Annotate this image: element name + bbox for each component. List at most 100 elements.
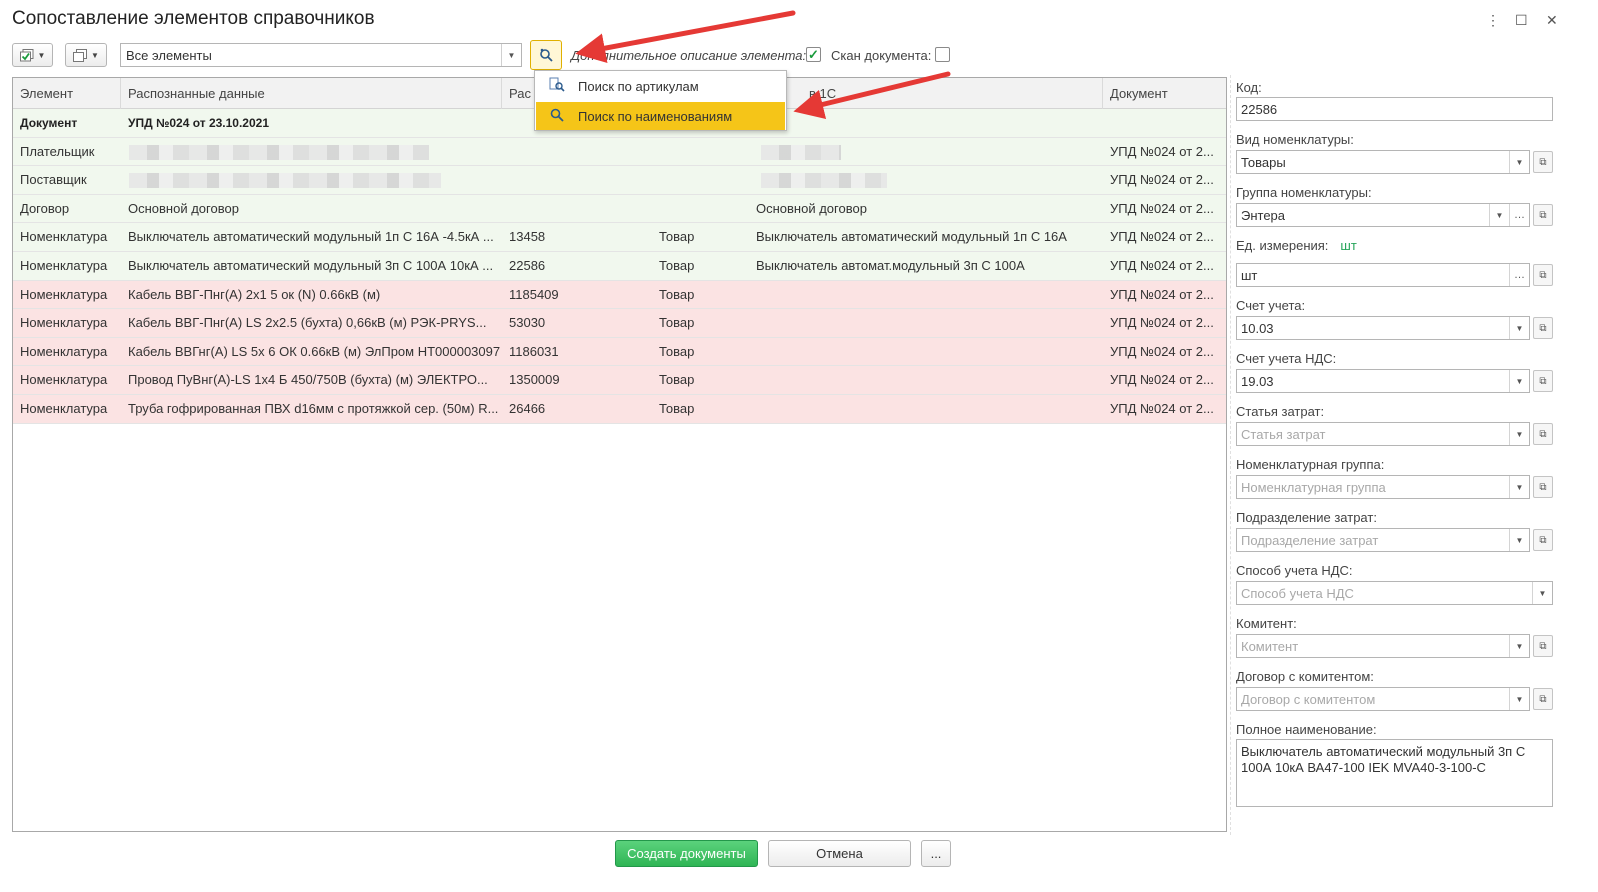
select-ellipsis-icon[interactable]: …: [1509, 264, 1529, 286]
open-icon[interactable]: ⧉: [1533, 688, 1553, 710]
table-row[interactable]: Номенклатура Кабель ВВГ-Пнг(А) 2х1 5 ок (…: [13, 280, 1226, 310]
unit-value: шт: [1241, 267, 1258, 283]
unit-field[interactable]: шт …: [1236, 263, 1530, 287]
cost-dept-placeholder: Подразделение затрат: [1241, 532, 1379, 548]
chevron-down-icon[interactable]: ▼: [1509, 529, 1529, 551]
chevron-down-icon[interactable]: ▼: [1532, 582, 1552, 604]
open-icon[interactable]: ⧉: [1533, 635, 1553, 657]
committent-placeholder: Комитент: [1241, 638, 1299, 654]
committent-contract-placeholder: Договор с комитентом: [1241, 691, 1376, 707]
cancel-button[interactable]: Отмена: [768, 840, 911, 867]
table-row[interactable]: Плательщик УПД №024 от 2...: [13, 137, 1226, 167]
menu-item-search-by-name[interactable]: Поиск по наименованиям: [536, 102, 785, 130]
chevron-down-icon[interactable]: ▼: [501, 44, 521, 66]
chevron-down-icon[interactable]: ▼: [1489, 204, 1509, 226]
column-element[interactable]: Элемент: [13, 78, 121, 109]
cell-recognized: Кабель ВВГ-Пнг(А) LS 2х2.5 (бухта) 0,66к…: [128, 315, 487, 331]
column-in-1c[interactable]: в 1С: [749, 78, 1103, 109]
chevron-down-icon[interactable]: ▼: [1509, 688, 1529, 710]
more-menu-icon[interactable]: ⋮: [1486, 12, 1500, 29]
search-mode-menu: Поиск по артикулам Поиск по наименования…: [534, 70, 787, 131]
close-icon[interactable]: ✕: [1546, 12, 1558, 29]
cell-kind: Товар: [659, 315, 695, 331]
chevron-down-icon[interactable]: ▼: [1509, 317, 1529, 339]
group-label: Группа номенклатуры:: [1236, 185, 1372, 200]
cell-element: Номенклатура: [20, 286, 108, 302]
chevron-down-icon[interactable]: ▼: [1509, 476, 1529, 498]
chevron-down-icon[interactable]: ▼: [1509, 423, 1529, 445]
nom-group-field[interactable]: Номенклатурная группа ▼: [1236, 475, 1530, 499]
vat-method-placeholder: Способ учета НДС: [1241, 585, 1354, 601]
table-row[interactable]: Номенклатура Выключатель автоматический м…: [13, 223, 1226, 252]
cell-code: 22586: [509, 258, 546, 273]
cell-kind: Товар: [659, 401, 695, 416]
cell-document: УПД №024 от 2...: [1110, 229, 1214, 245]
open-icon[interactable]: ⧉: [1533, 264, 1553, 286]
cell-document: УПД №024 от 2...: [1110, 315, 1214, 331]
scan-checkbox[interactable]: [935, 47, 950, 62]
chevron-down-icon[interactable]: ▼: [1509, 151, 1529, 173]
cell-kind: [652, 195, 749, 223]
cell-in-1c: [749, 109, 1103, 137]
column-recognized[interactable]: Распознанные данные: [121, 78, 502, 109]
committent-field[interactable]: Комитент ▼: [1236, 634, 1530, 658]
cell-document: УПД №024 от 2...: [1110, 286, 1214, 302]
table-row[interactable]: Номенклатура Выключатель автоматический м…: [13, 252, 1226, 281]
copy-button[interactable]: ▼: [65, 43, 107, 67]
select-ellipsis-icon[interactable]: …: [1509, 204, 1529, 226]
cell-in-1c: Основной договор: [756, 200, 867, 216]
open-icon[interactable]: ⧉: [1533, 151, 1553, 173]
table-row[interactable]: Поставщик УПД №024 от 2...: [13, 166, 1226, 195]
cell-recognized: Выключатель автоматический модульный 1п …: [128, 229, 494, 245]
filter-select[interactable]: Все элементы ▼: [120, 43, 522, 67]
table-row[interactable]: Номенклатура Провод ПуВнг(А)-LS 1х4 Б 450…: [13, 366, 1226, 395]
committent-contract-field[interactable]: Договор с комитентом ▼: [1236, 687, 1530, 711]
vat-account-label: Счет учета НДС:: [1236, 351, 1337, 366]
extra-description-checkbox[interactable]: ✓: [806, 47, 821, 62]
cell-kind: Товар: [659, 286, 695, 302]
code-field[interactable]: 22586: [1236, 97, 1553, 121]
cost-dept-field[interactable]: Подразделение затрат ▼: [1236, 528, 1530, 552]
filter-value: Все элементы: [126, 47, 212, 63]
vat-account-field[interactable]: 19.03 ▼: [1236, 369, 1530, 393]
open-icon[interactable]: ⧉: [1533, 317, 1553, 339]
cell-recognized: УПД №024 от 23.10.2021: [128, 116, 270, 130]
menu-item-search-by-article[interactable]: Поиск по артикулам: [536, 72, 785, 100]
more-button[interactable]: ...: [921, 840, 951, 867]
cell-code: 53030: [509, 315, 546, 331]
vat-method-field[interactable]: Способ учета НДС ▼: [1236, 581, 1553, 605]
cell-element: Номенклатура: [20, 372, 108, 388]
copy-icon: [73, 48, 88, 62]
create-documents-button[interactable]: Создать документы: [615, 840, 758, 867]
table-row[interactable]: Номенклатура Труба гофрированная ПВХ d16м…: [13, 395, 1226, 424]
search-mode-button[interactable]: [530, 40, 562, 70]
account-field[interactable]: 10.03 ▼: [1236, 316, 1530, 340]
cell-recognized: Труба гофрированная ПВХ d16мм с протяжко…: [128, 401, 499, 416]
chevron-down-icon[interactable]: ▼: [1509, 370, 1529, 392]
scan-label: Скан документа:: [831, 48, 932, 63]
group-field[interactable]: Энтера ▼ …: [1236, 203, 1530, 227]
column-document[interactable]: Документ: [1103, 78, 1226, 109]
check-all-button[interactable]: ▼: [12, 43, 53, 67]
table-row[interactable]: Номенклатура Кабель ВВГ-Пнг(А) LS 2х2.5 (…: [13, 309, 1226, 338]
cost-item-field[interactable]: Статья затрат ▼: [1236, 422, 1530, 446]
full-name-textarea[interactable]: Выключатель автоматический модульный 3п …: [1236, 739, 1553, 807]
redacted-text: [761, 144, 841, 160]
chevron-down-icon[interactable]: ▼: [1509, 635, 1529, 657]
maximize-icon[interactable]: ☐: [1515, 12, 1528, 29]
open-icon[interactable]: ⧉: [1533, 529, 1553, 551]
cell-kind: [652, 138, 749, 166]
open-icon[interactable]: ⧉: [1533, 204, 1553, 226]
kind-field[interactable]: Товары ▼: [1236, 150, 1530, 174]
unit-label: Ед. измерения: шт: [1236, 238, 1357, 253]
menu-item-label: Поиск по наименованиям: [578, 108, 733, 124]
table-row[interactable]: Номенклатура Кабель ВВГнг(А) LS 5х 6 ОК 0…: [13, 337, 1226, 367]
table-row[interactable]: Договор Основной договор Основной договор У…: [13, 194, 1226, 224]
cell-recognized: Выключатель автоматический модульный 3п …: [128, 258, 494, 273]
cell-in-1c: [749, 395, 1103, 423]
open-icon[interactable]: ⧉: [1533, 476, 1553, 498]
open-icon[interactable]: ⧉: [1533, 423, 1553, 445]
cell-element: Плательщик: [20, 143, 95, 159]
open-icon[interactable]: ⧉: [1533, 370, 1553, 392]
unit-hint: шт: [1340, 238, 1357, 253]
